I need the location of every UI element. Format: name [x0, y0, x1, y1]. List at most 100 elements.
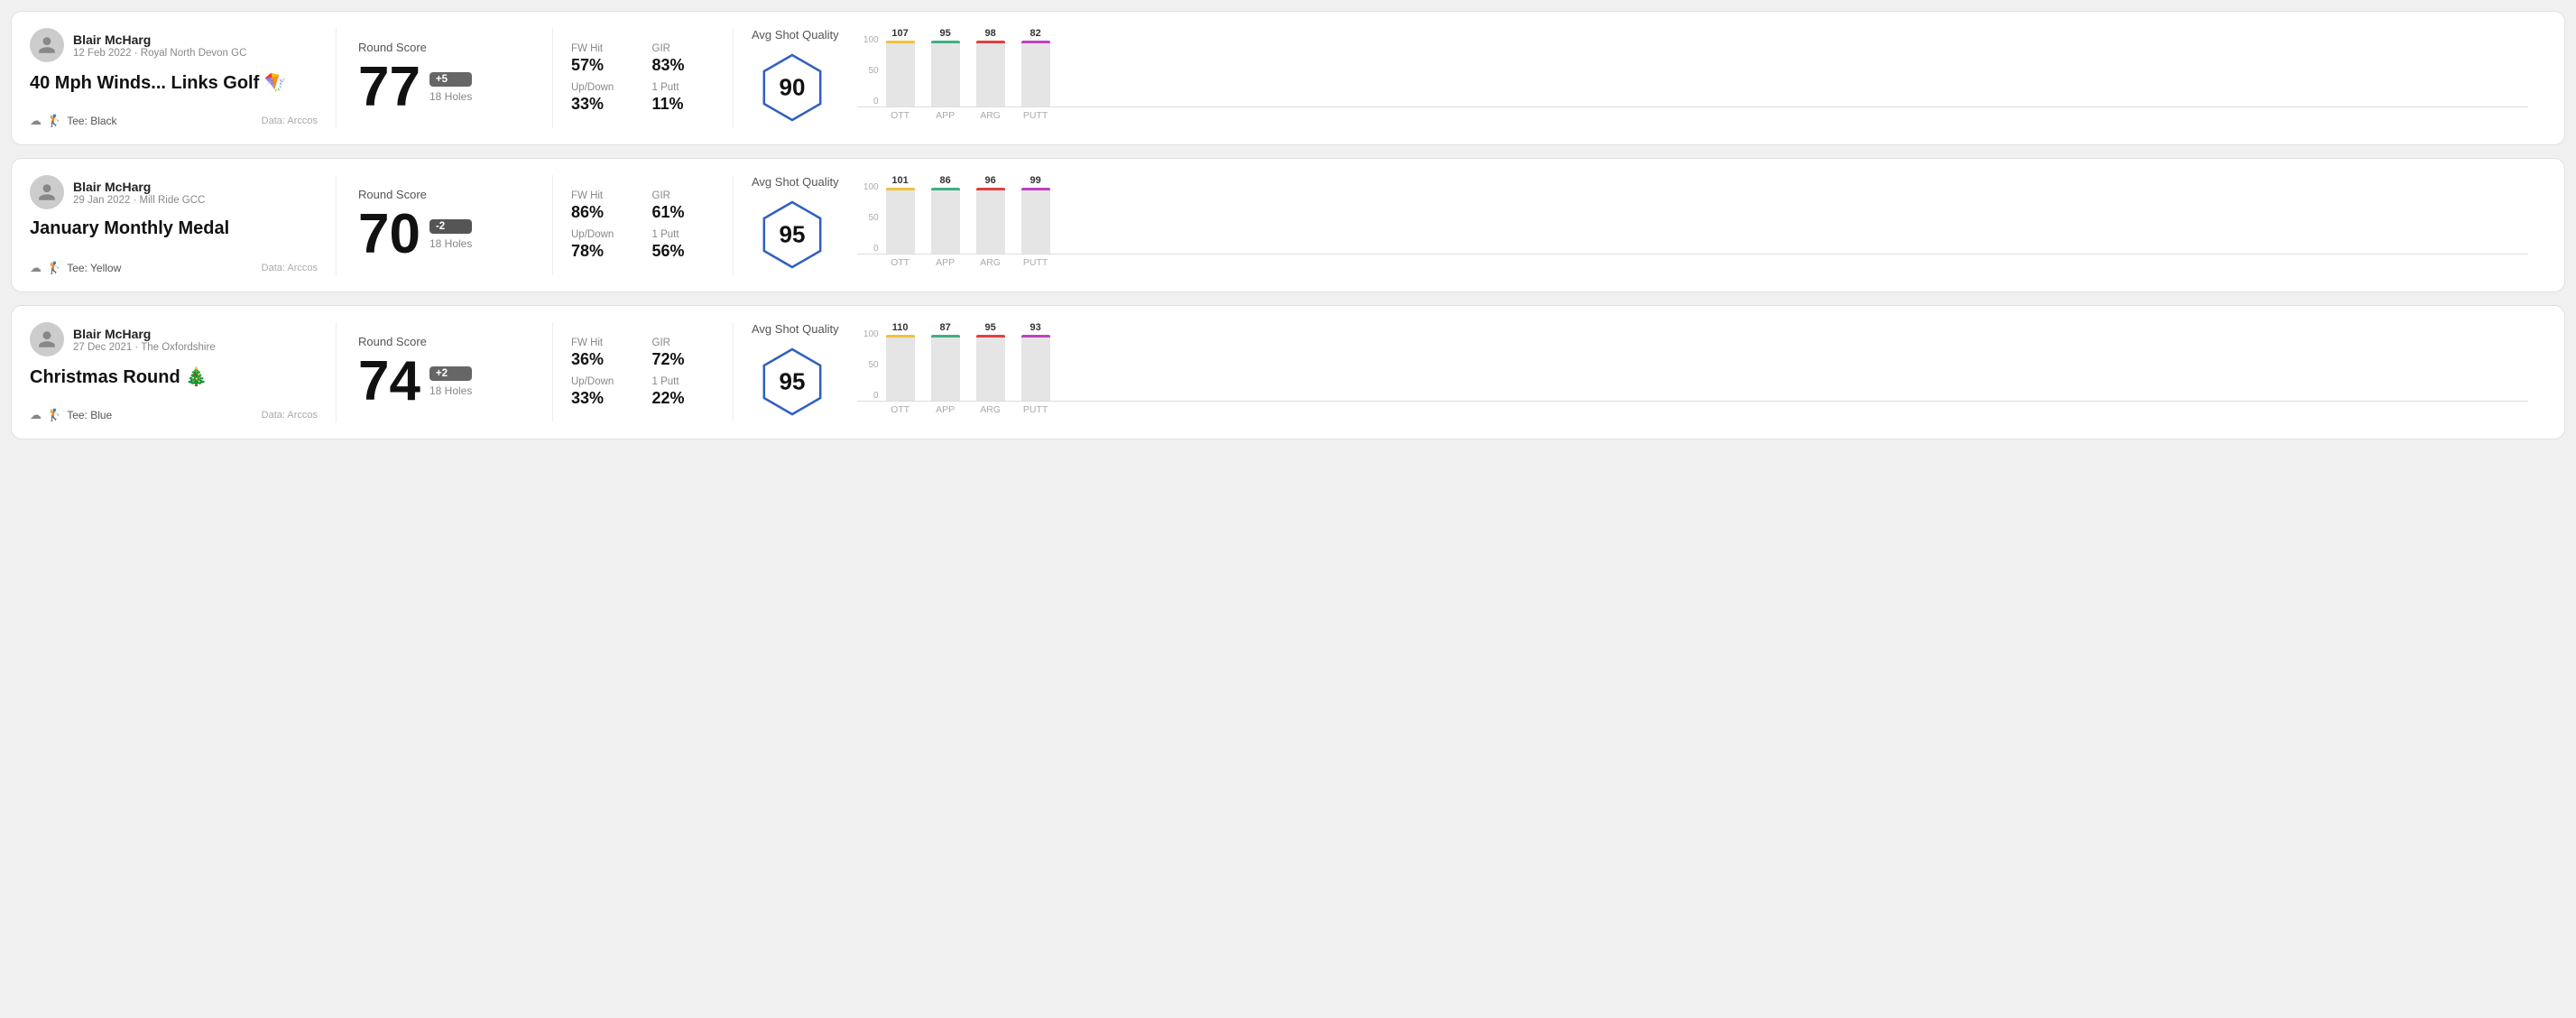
- one-putt-label: 1 Putt: [652, 229, 716, 240]
- one-putt-stat: 1 Putt 56%: [652, 229, 716, 261]
- one-putt-label: 1 Putt: [652, 376, 716, 387]
- bar-group: 96: [973, 175, 1009, 254]
- gir-stat: GIR 61%: [652, 190, 716, 222]
- bag-icon: 🏌: [47, 261, 61, 275]
- person-icon: [37, 182, 57, 202]
- bar-group: 110: [882, 322, 919, 401]
- card-quality-section: Avg Shot Quality 90 100500107959882OTTAP…: [734, 28, 2546, 128]
- card-quality-section: Avg Shot Quality 95 100500101869699OTTAP…: [734, 175, 2546, 275]
- bar-group: 99: [1018, 175, 1054, 254]
- stats-grid: FW Hit 86% GIR 61% Up/Down 78% 1 Putt 56…: [571, 190, 715, 261]
- stats-grid: FW Hit 57% GIR 83% Up/Down 33% 1 Putt 11…: [571, 43, 715, 114]
- gir-label: GIR: [652, 338, 716, 348]
- hex-score: 95: [780, 368, 806, 396]
- bag-icon: 🏌: [47, 408, 61, 422]
- tee-info: ☁ 🏌 Tee: Yellow: [30, 261, 121, 275]
- round-title: 40 Mph Winds... Links Golf 🪁: [30, 71, 318, 94]
- card-footer: ☁ 🏌 Tee: Yellow Data: Arccos: [30, 261, 318, 275]
- hexagon-wrapper: 95: [752, 194, 833, 275]
- fw-hit-label: FW Hit: [571, 43, 634, 54]
- user-header: Blair McHarg 12 Feb 2022 · Royal North D…: [30, 28, 318, 62]
- data-source: Data: Arccos: [262, 263, 318, 273]
- card-left-section: Blair McHarg 12 Feb 2022 · Royal North D…: [30, 28, 337, 128]
- score-badge: -2: [429, 219, 472, 234]
- bar-value-label: 93: [1029, 322, 1040, 333]
- card-stats-section: FW Hit 57% GIR 83% Up/Down 33% 1 Putt 11…: [553, 28, 734, 128]
- fw-hit-value: 86%: [571, 203, 634, 222]
- updown-stat: Up/Down 33%: [571, 376, 634, 408]
- bar-group: 86: [928, 175, 964, 254]
- fw-hit-stat: FW Hit 57%: [571, 43, 634, 75]
- quality-label: Avg Shot Quality: [752, 322, 839, 336]
- one-putt-value: 11%: [652, 95, 716, 114]
- quality-hex-section: Avg Shot Quality 95: [752, 175, 839, 275]
- tee-info: ☁ 🏌 Tee: Blue: [30, 408, 112, 422]
- card-left-section: Blair McHarg 27 Dec 2021 · The Oxfordshi…: [30, 322, 337, 422]
- one-putt-label: 1 Putt: [652, 82, 716, 93]
- weather-icon: ☁: [30, 114, 42, 128]
- one-putt-stat: 1 Putt 22%: [652, 376, 716, 408]
- stats-grid: FW Hit 36% GIR 72% Up/Down 33% 1 Putt 22…: [571, 338, 715, 408]
- score-badge: +2: [429, 366, 472, 381]
- card-footer: ☁ 🏌 Tee: Black Data: Arccos: [30, 114, 318, 128]
- bar-chart-section: 100500101869699OTTAPPARGPUTT: [857, 182, 2528, 268]
- score-number: 70: [358, 207, 420, 263]
- quality-label: Avg Shot Quality: [752, 175, 839, 189]
- fw-hit-value: 57%: [571, 56, 634, 75]
- bar-value-label: 86: [939, 175, 950, 186]
- user-name: Blair McHarg: [73, 32, 246, 47]
- person-icon: [37, 329, 57, 349]
- bar-value-label: 107: [891, 28, 908, 39]
- round-card: Blair McHarg 12 Feb 2022 · Royal North D…: [11, 11, 2565, 145]
- quality-hex-section: Avg Shot Quality 90: [752, 28, 839, 128]
- updown-value: 33%: [571, 95, 634, 114]
- card-score-section: Round Score 74 +2 18 Holes: [337, 322, 553, 422]
- bar-value-label: 98: [984, 28, 995, 39]
- fw-hit-label: FW Hit: [571, 190, 634, 201]
- score-holes: 18 Holes: [429, 384, 472, 397]
- person-icon: [37, 35, 57, 55]
- data-source: Data: Arccos: [262, 116, 318, 126]
- gir-value: 72%: [652, 350, 716, 369]
- score-label: Round Score: [358, 188, 531, 201]
- tee-label: Tee: Blue: [67, 409, 112, 421]
- bar-value-label: 110: [892, 322, 909, 333]
- updown-value: 33%: [571, 389, 634, 408]
- bar-group: 95: [928, 28, 964, 106]
- fw-hit-stat: FW Hit 86%: [571, 190, 634, 222]
- round-card: Blair McHarg 29 Jan 2022 · Mill Ride GCC…: [11, 158, 2565, 292]
- bar-chart-section: 100500107959882OTTAPPARGPUTT: [857, 35, 2528, 121]
- bar-group: 98: [973, 28, 1009, 106]
- score-detail: +5 18 Holes: [429, 72, 472, 103]
- avatar: [30, 175, 64, 209]
- round-card: Blair McHarg 27 Dec 2021 · The Oxfordshi…: [11, 305, 2565, 440]
- card-footer: ☁ 🏌 Tee: Blue Data: Arccos: [30, 408, 318, 422]
- bar-group: 101: [882, 175, 919, 254]
- user-info: Blair McHarg 27 Dec 2021 · The Oxfordshi…: [73, 327, 216, 353]
- avatar: [30, 28, 64, 62]
- bar-group: 95: [973, 322, 1009, 401]
- bar-value-label: 95: [939, 28, 950, 39]
- user-header: Blair McHarg 29 Jan 2022 · Mill Ride GCC: [30, 175, 318, 209]
- card-score-section: Round Score 77 +5 18 Holes: [337, 28, 553, 128]
- score-row: 70 -2 18 Holes: [358, 207, 531, 263]
- updown-stat: Up/Down 33%: [571, 82, 634, 114]
- user-date: 27 Dec 2021 · The Oxfordshire: [73, 342, 216, 353]
- round-title: Christmas Round 🎄: [30, 366, 318, 388]
- fw-hit-value: 36%: [571, 350, 634, 369]
- user-date: 29 Jan 2022 · Mill Ride GCC: [73, 195, 205, 206]
- hex-score: 95: [780, 221, 806, 249]
- user-header: Blair McHarg 27 Dec 2021 · The Oxfordshi…: [30, 322, 318, 356]
- quality-hex-section: Avg Shot Quality 95: [752, 322, 839, 422]
- gir-value: 83%: [652, 56, 716, 75]
- weather-icon: ☁: [30, 408, 42, 422]
- tee-label: Tee: Black: [67, 115, 116, 127]
- score-row: 74 +2 18 Holes: [358, 354, 531, 410]
- score-detail: -2 18 Holes: [429, 219, 472, 250]
- avatar: [30, 322, 64, 356]
- gir-stat: GIR 72%: [652, 338, 716, 369]
- card-quality-section: Avg Shot Quality 95 100500110879593OTTAP…: [734, 322, 2546, 422]
- hex-score: 90: [780, 74, 806, 102]
- gir-label: GIR: [652, 43, 716, 54]
- card-stats-section: FW Hit 86% GIR 61% Up/Down 78% 1 Putt 56…: [553, 175, 734, 275]
